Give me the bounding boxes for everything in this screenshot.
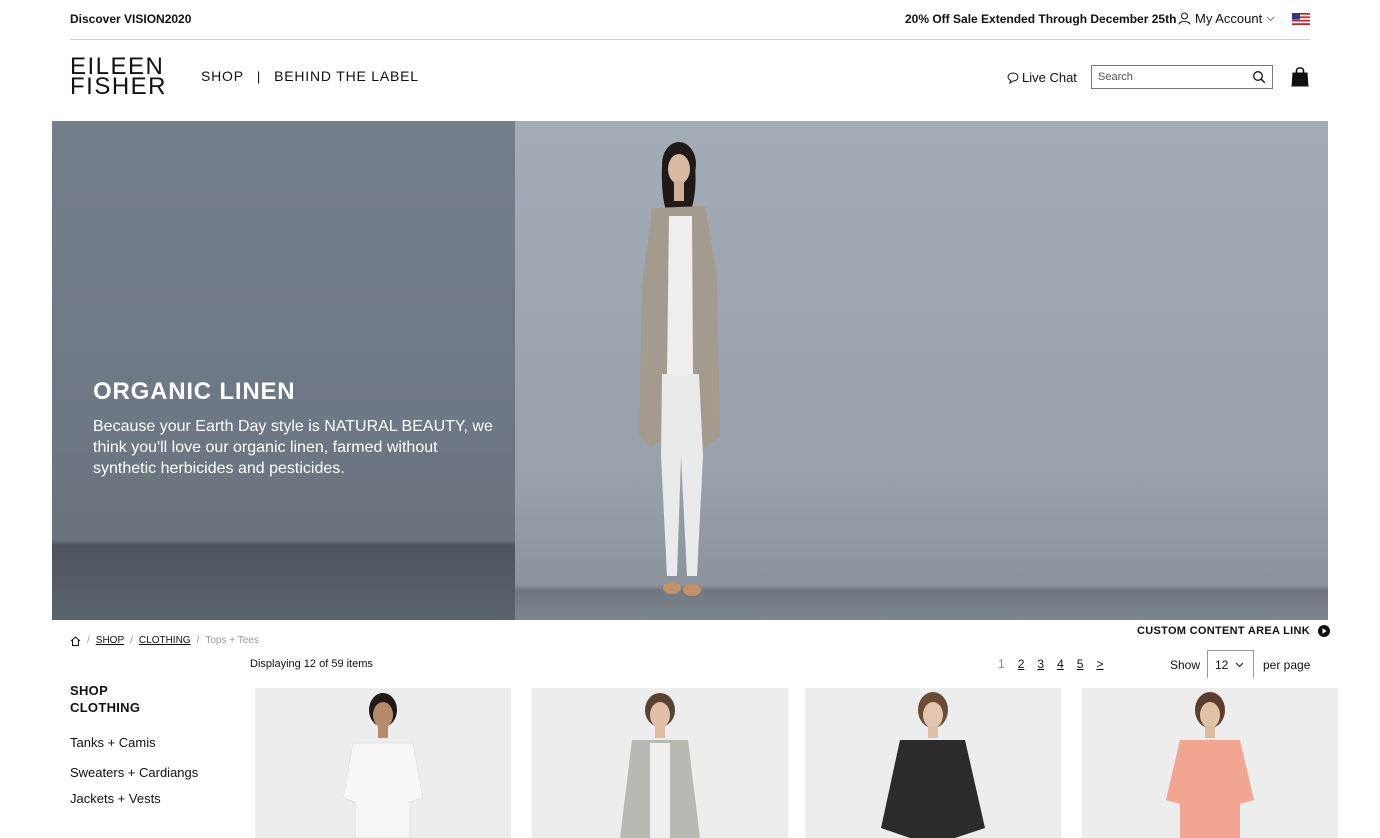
page-link-4[interactable]: 4 (1057, 657, 1064, 671)
custom-content-link-label: CUSTOM CONTENT AREA LINK (1137, 625, 1311, 637)
shopping-bag-icon[interactable] (1291, 66, 1309, 87)
product-image (342, 693, 424, 838)
hero-body: Because your Earth Day style is NATURAL … (93, 418, 493, 477)
pagination: 1 2 3 4 5 > (998, 657, 1103, 671)
breadcrumb-shop[interactable]: SHOP (96, 635, 124, 646)
custom-content-link[interactable]: CUSTOM CONTENT AREA LINK (1137, 625, 1331, 637)
user-icon (1178, 12, 1191, 25)
page-link-1: 1 (998, 657, 1005, 671)
product-image (881, 692, 985, 838)
product-image (1166, 692, 1254, 838)
page-link-3[interactable]: 3 (1037, 657, 1044, 671)
hero-model-image (639, 142, 720, 596)
breadcrumb-separator: / (87, 635, 90, 646)
hero-banner[interactable]: ORGANIC LINEN Because your Earth Day sty… (52, 121, 1328, 620)
search-input[interactable] (1092, 71, 1242, 83)
hero-text: ORGANIC LINEN Because your Earth Day sty… (93, 378, 503, 479)
my-account-label: My Account (1195, 11, 1263, 26)
breadcrumb-clothing[interactable]: CLOTHING (139, 635, 191, 646)
sidebar-title: SHOP CLOTHING (70, 682, 140, 716)
promo-banner[interactable]: 20% Off Sale Extended Through December 2… (905, 12, 1176, 26)
sidebar-item-jackets-vests[interactable]: Jackets + Vests (70, 791, 161, 806)
breadcrumb: / SHOP / CLOTHING / Tops + Tees (70, 635, 259, 646)
per-page-value: 12 (1215, 657, 1229, 672)
nav-behind-the-label[interactable]: BEHIND THE LABEL (274, 68, 419, 84)
page-link-5[interactable]: 5 (1077, 657, 1084, 671)
discover-link[interactable]: Discover VISION2020 (70, 12, 191, 26)
product-image (620, 693, 700, 838)
chevron-down-icon (1236, 662, 1244, 667)
sidebar-item-tanks-camis[interactable]: Tanks + Camis (70, 735, 156, 750)
main-nav: SHOP | BEHIND THE LABEL (201, 68, 419, 84)
chat-bubble-icon (1007, 71, 1019, 84)
per-page-label: per page (1263, 658, 1311, 672)
search-box (1091, 65, 1273, 89)
show-label: Show (1170, 658, 1201, 672)
per-page-select[interactable]: 12 (1207, 650, 1254, 678)
logo-line-2: FISHER (70, 73, 168, 100)
hero-left-panel (52, 121, 515, 620)
next-page-link[interactable]: > (1096, 657, 1103, 671)
sidebar-title-line-2: CLOTHING (70, 700, 141, 715)
page-link-2[interactable]: 2 (1018, 657, 1025, 671)
my-account-menu[interactable]: My Account (1178, 11, 1275, 26)
sidebar-title-line-1: SHOP (70, 683, 109, 698)
home-icon[interactable] (70, 635, 81, 646)
breadcrumb-separator: / (196, 635, 200, 646)
search-icon[interactable] (1252, 70, 1266, 84)
sidebar-item-sweaters-cardigans[interactable]: Sweaters + Cardiangs (70, 765, 198, 780)
hero-title: ORGANIC LINEN (93, 378, 296, 405)
utility-bar: Discover VISION2020 20% Off Sale Extende… (70, 0, 1310, 40)
product-card[interactable] (532, 688, 788, 838)
us-flag-icon[interactable] (1292, 13, 1310, 25)
eileen-fisher-logo[interactable]: EILEEN FISHER (70, 55, 168, 100)
play-circle-icon (1318, 625, 1331, 637)
breadcrumb-current: Tops + Tees (205, 635, 259, 646)
live-chat-label: Live Chat (1022, 70, 1077, 85)
product-card[interactable] (1082, 688, 1338, 838)
breadcrumb-separator: / (130, 635, 133, 646)
product-card[interactable] (805, 688, 1061, 838)
nav-separator: | (256, 68, 262, 84)
live-chat-link[interactable]: Live Chat (1007, 70, 1077, 85)
chevron-down-icon (1266, 16, 1275, 21)
items-count: Displaying 12 of 59 items (250, 658, 373, 670)
product-card[interactable] (255, 688, 511, 838)
nav-shop[interactable]: SHOP (201, 68, 244, 84)
